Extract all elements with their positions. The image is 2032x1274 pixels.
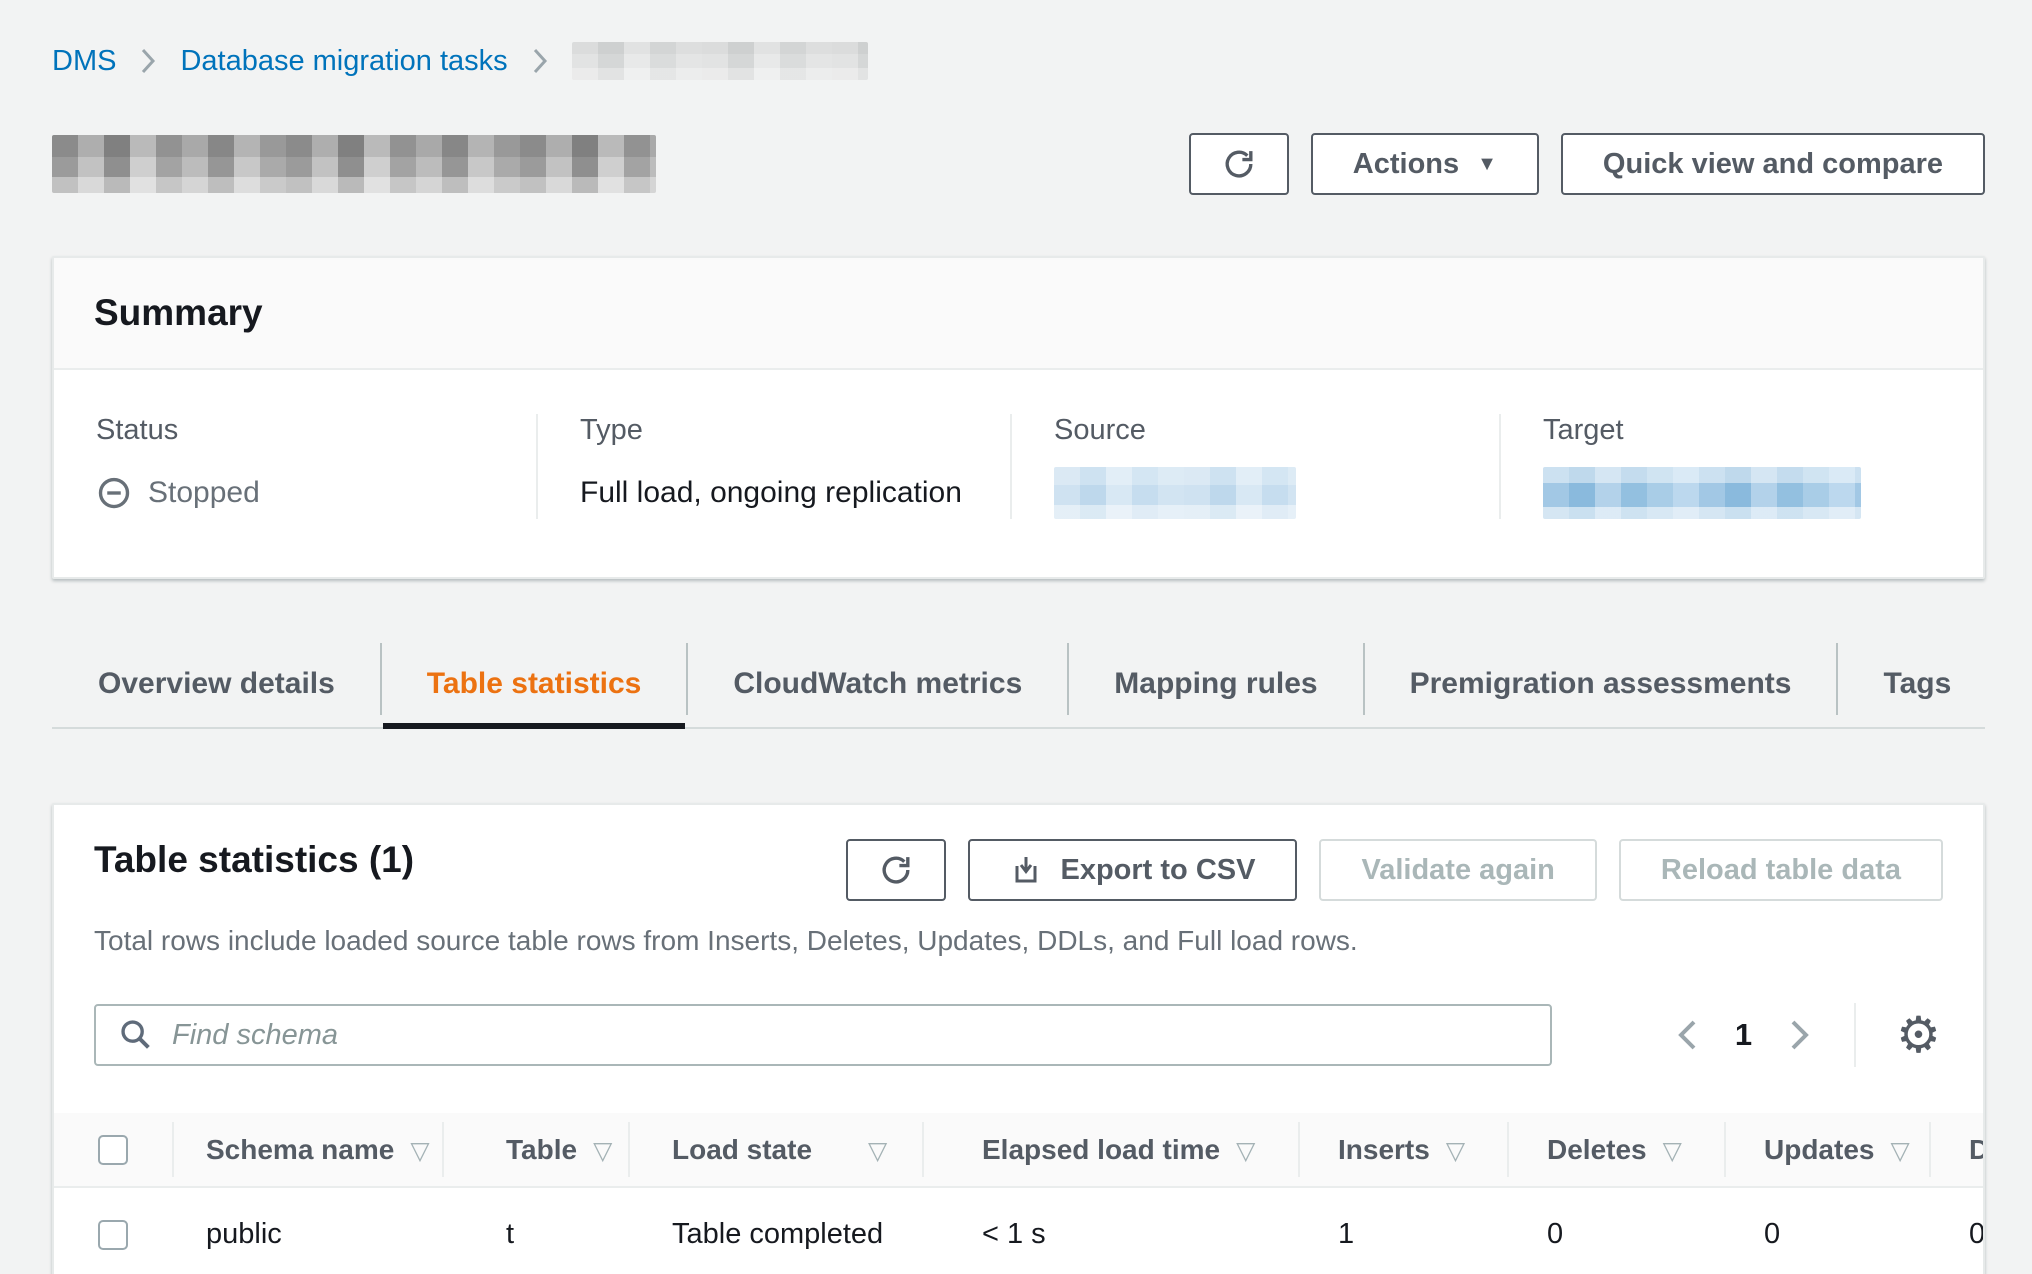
tab-premigration-assessments[interactable]: Premigration assessments (1364, 641, 1838, 727)
redacted-target-endpoint-link[interactable] (1543, 467, 1861, 519)
statistics-table-wrap: Schema name▽ Table▽ Load state▽ Elapsed … (54, 1113, 1983, 1274)
select-all-checkbox[interactable] (98, 1135, 128, 1165)
pagination-next-button[interactable] (1784, 1013, 1816, 1057)
table-statistics-header: Table statistics (1) Export to CSV Valid… (54, 805, 1983, 957)
table-preferences-button[interactable]: ⚙ (1894, 1010, 1943, 1060)
export-to-csv-button[interactable]: Export to CSV (968, 839, 1297, 901)
sort-icon[interactable]: ▽ (1890, 1137, 1909, 1165)
sort-icon[interactable]: ▽ (1663, 1137, 1682, 1165)
table-header-row: Schema name▽ Table▽ Load state▽ Elapsed … (54, 1113, 1985, 1187)
tab-table-statistics[interactable]: Table statistics (381, 641, 688, 727)
stopped-icon (96, 475, 132, 511)
refresh-icon (878, 852, 914, 888)
refresh-icon (1221, 146, 1257, 182)
cell-inserts: 1 (1298, 1187, 1507, 1274)
quick-view-label: Quick view and compare (1603, 148, 1943, 181)
page-header: Actions ▼ Quick view and compare (52, 132, 1985, 196)
summary-card-header: Summary (54, 258, 1983, 370)
refresh-table-button[interactable] (846, 839, 946, 901)
table-statistics-description: Total rows include loaded source table r… (94, 925, 1943, 957)
reload-table-data-button[interactable]: Reload table data (1619, 839, 1943, 901)
chevron-right-icon (1788, 1017, 1812, 1053)
table-statistics-toolbar: Export to CSV Validate again Reload tabl… (846, 839, 1943, 901)
summary-source-column: Source (1010, 414, 1499, 519)
column-header-elapsed-load-time[interactable]: Elapsed load time▽ (922, 1113, 1298, 1187)
export-to-csv-label: Export to CSV (1060, 854, 1255, 887)
sort-icon[interactable]: ▽ (1236, 1137, 1255, 1165)
table-statistics-card: Table statistics (1) Export to CSV Valid… (52, 803, 1985, 1274)
breadcrumb-link-database-migration-tasks[interactable]: Database migration tasks (180, 45, 507, 78)
table-statistics-title: Table statistics (1) (94, 839, 414, 881)
sort-icon[interactable]: ▽ (1446, 1137, 1465, 1165)
summary-target-column: Target (1499, 414, 1983, 519)
summary-type-column: Type Full load, ongoing replication (536, 414, 1010, 519)
column-header-deletes[interactable]: Deletes▽ (1507, 1113, 1724, 1187)
breadcrumb-link-dms[interactable]: DMS (52, 45, 116, 78)
chevron-right-icon (532, 47, 548, 75)
breadcrumb: DMS Database migration tasks (52, 42, 1985, 80)
tab-tags[interactable]: Tags (1837, 641, 1997, 727)
tab-mapping-rules[interactable]: Mapping rules (1068, 641, 1363, 727)
chevron-right-icon (140, 47, 156, 75)
table-row: public t Table completed < 1 s 1 0 0 0 (54, 1187, 1985, 1274)
row-select-cell (54, 1187, 172, 1274)
find-schema-input[interactable] (94, 1004, 1552, 1066)
schema-search (94, 1004, 1552, 1066)
summary-card: Summary Status Stopped Type Full load, o… (52, 256, 1985, 579)
target-label: Target (1543, 414, 1983, 447)
pagination-previous-button[interactable] (1671, 1013, 1703, 1057)
column-header-updates[interactable]: Updates▽ (1724, 1113, 1929, 1187)
redacted-page-title (52, 135, 656, 193)
cell-ddls: 0 (1929, 1187, 1985, 1274)
actions-button-label: Actions (1353, 148, 1459, 181)
status-label: Status (96, 414, 536, 447)
pagination-page-number: 1 (1735, 1017, 1752, 1053)
type-value: Full load, ongoing replication (580, 467, 1010, 519)
caret-down-icon: ▼ (1477, 154, 1497, 174)
select-all-cell (54, 1113, 172, 1187)
header-actions: Actions ▼ Quick view and compare (1189, 133, 1985, 195)
dms-task-page: DMS Database migration tasks Actions ▼ Q… (0, 0, 2032, 1274)
cell-updates: 0 (1724, 1187, 1929, 1274)
actions-button[interactable]: Actions ▼ (1311, 133, 1539, 195)
column-header-table[interactable]: Table▽ (442, 1113, 628, 1187)
tab-overview-details[interactable]: Overview details (52, 641, 381, 727)
cell-schema-name: public (172, 1187, 442, 1274)
summary-title: Summary (94, 292, 1943, 334)
refresh-button[interactable] (1189, 133, 1289, 195)
validate-again-button[interactable]: Validate again (1319, 839, 1596, 901)
column-header-schema-name[interactable]: Schema name▽ (172, 1113, 442, 1187)
cell-load-state: Table completed (628, 1187, 922, 1274)
column-header-load-state[interactable]: Load state▽ (628, 1113, 922, 1187)
redacted-source-endpoint-link[interactable] (1054, 467, 1296, 519)
column-header-inserts[interactable]: Inserts▽ (1298, 1113, 1507, 1187)
cell-table: t (442, 1187, 628, 1274)
pagination-divider (1854, 1003, 1856, 1067)
type-label: Type (580, 414, 1010, 447)
statistics-table: Schema name▽ Table▽ Load state▽ Elapsed … (54, 1113, 1985, 1274)
gear-icon: ⚙ (1896, 1006, 1941, 1064)
quick-view-and-compare-button[interactable]: Quick view and compare (1561, 133, 1985, 195)
table-controls-row: 1 ⚙ (54, 1003, 1983, 1067)
status-value: Stopped (148, 476, 260, 510)
sort-icon[interactable]: ▽ (868, 1137, 887, 1165)
summary-body: Status Stopped Type Full load, ongoing r… (54, 370, 1983, 577)
row-checkbox[interactable] (98, 1220, 128, 1250)
source-label: Source (1054, 414, 1499, 447)
column-header-ddls[interactable]: D (1929, 1113, 1985, 1187)
summary-status-column: Status Stopped (54, 414, 536, 519)
cell-deletes: 0 (1507, 1187, 1724, 1274)
sort-icon[interactable]: ▽ (593, 1137, 612, 1165)
task-detail-tabs: Overview details Table statistics CloudW… (52, 641, 1985, 729)
sort-icon[interactable]: ▽ (410, 1137, 429, 1165)
cell-elapsed-load-time: < 1 s (922, 1187, 1298, 1274)
pagination: 1 ⚙ (1671, 1003, 1943, 1067)
download-icon (1010, 854, 1042, 886)
chevron-left-icon (1675, 1017, 1699, 1053)
redacted-breadcrumb-task-name (572, 42, 868, 80)
tab-cloudwatch-metrics[interactable]: CloudWatch metrics (687, 641, 1068, 727)
